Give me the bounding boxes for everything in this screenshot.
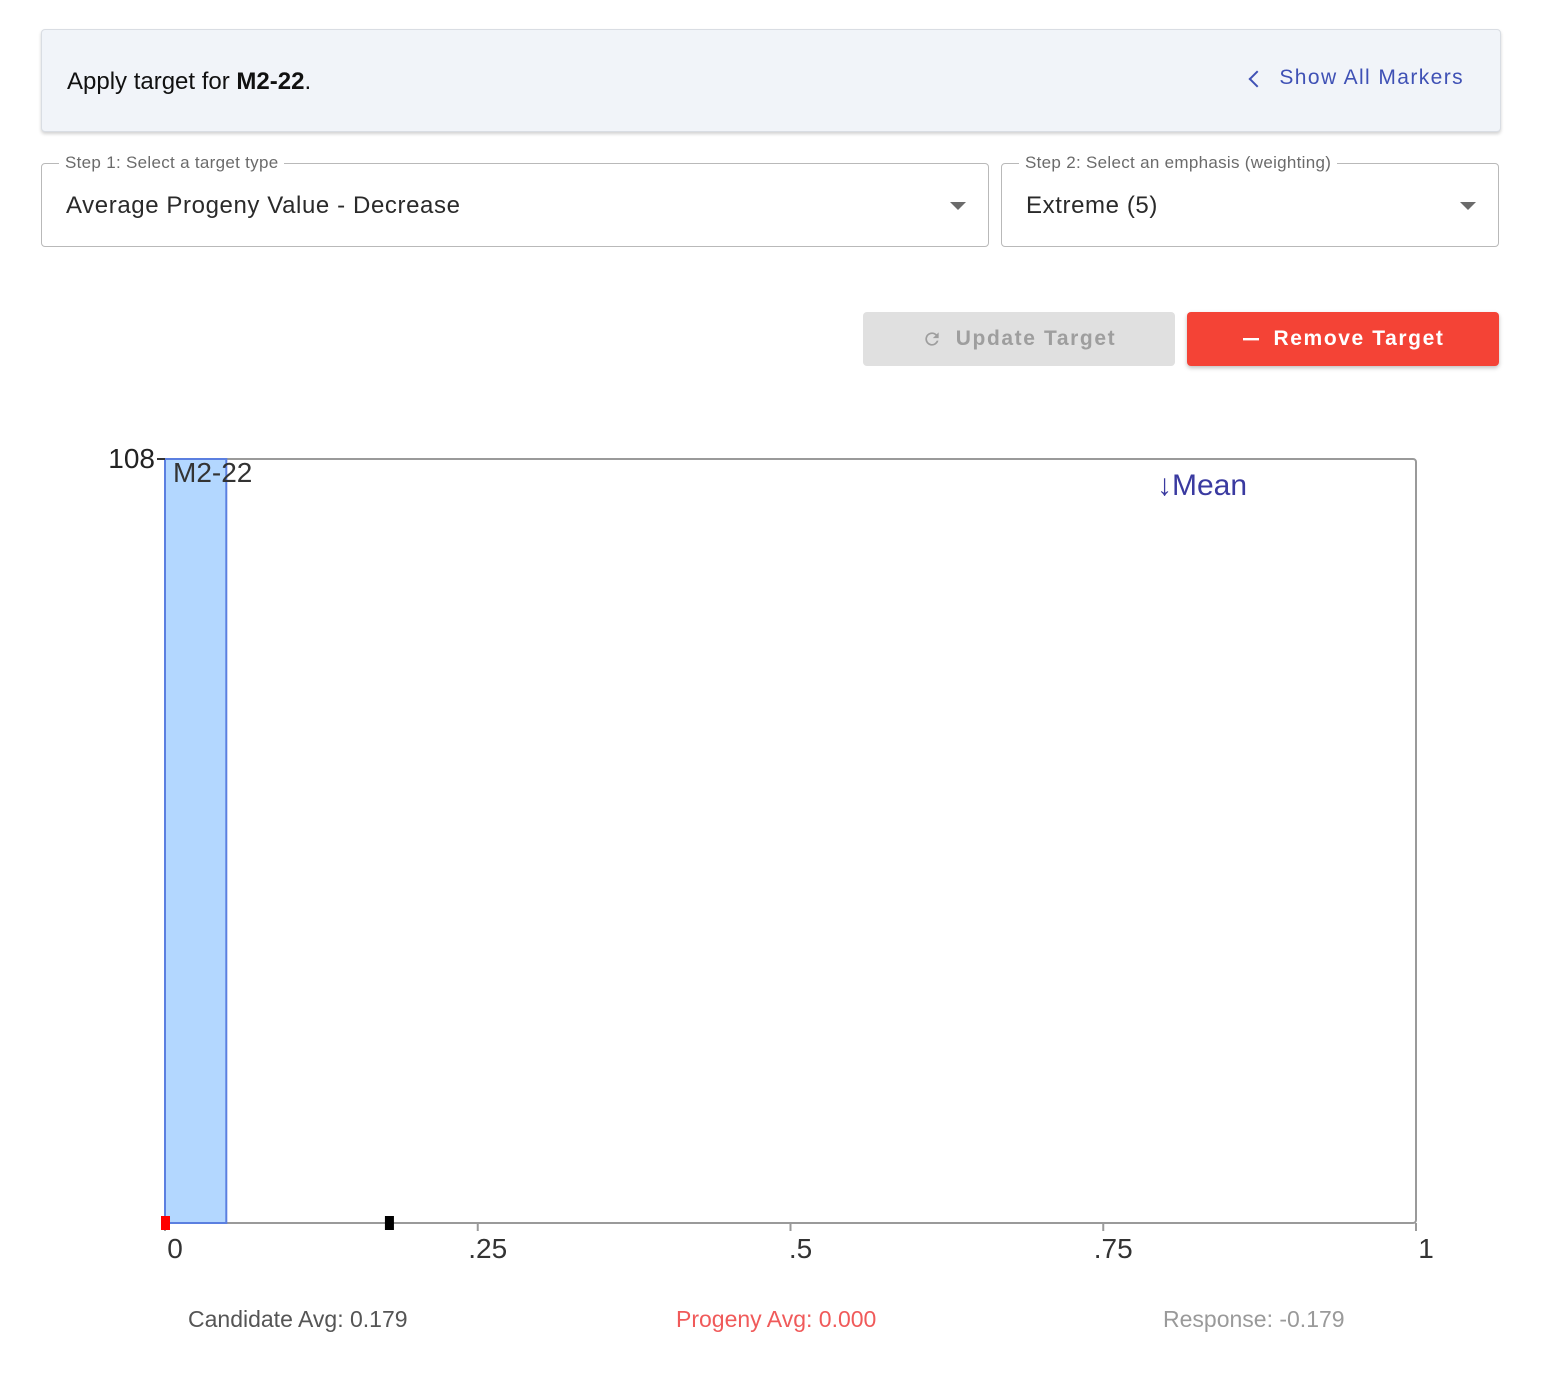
minus-icon <box>1242 330 1260 348</box>
response-text: Response: -0.179 <box>1163 1306 1345 1332</box>
target-panel: Apply target for M2-22. Show All Markers… <box>0 0 1549 1377</box>
update-target-button[interactable]: Update Target <box>863 312 1175 366</box>
banner-marker-name: M2-22 <box>236 68 305 95</box>
x-tick-label: .75 <box>1094 1233 1133 1264</box>
x-tick-label: .5 <box>789 1233 812 1264</box>
emphasis-legend: Step 2: Select an emphasis (weighting) <box>1019 153 1338 173</box>
target-type-value: Average Progeny Value - Decrease <box>66 192 461 219</box>
remove-target-label: Remove Target <box>1273 327 1445 350</box>
candidate-avg-marker <box>384 1216 394 1230</box>
dropdown-arrow-icon <box>1460 202 1476 210</box>
x-tick-label: 0 <box>167 1233 183 1264</box>
candidate-avg-text: Candidate Avg: 0.179 <box>188 1306 408 1332</box>
x-tick-label: 1 <box>1418 1233 1434 1264</box>
plot-frame <box>164 458 1417 1224</box>
banner-suffix: . <box>304 68 312 95</box>
progeny-avg-marker <box>161 1216 170 1230</box>
progeny-avg-text: Progeny Avg: 0.000 <box>676 1306 877 1332</box>
refresh-icon <box>922 329 942 349</box>
bar-label: M2-22 <box>173 457 252 488</box>
emphasis-value: Extreme (5) <box>1026 192 1158 219</box>
chevron-left-icon <box>1248 70 1266 87</box>
banner-title: Apply target for M2-22. <box>67 68 311 96</box>
histogram-bar <box>164 458 228 1224</box>
target-type-legend: Step 1: Select a target type <box>59 153 285 173</box>
x-tick-label: .25 <box>468 1233 507 1264</box>
mean-legend: ↓Mean <box>1157 469 1247 502</box>
show-all-markers-label: Show All Markers <box>1279 66 1464 89</box>
emphasis-select[interactable]: Step 2: Select an emphasis (weighting) E… <box>1001 153 1499 247</box>
show-all-markers-button[interactable]: Show All Markers <box>1248 66 1464 90</box>
dropdown-arrow-icon <box>950 202 966 210</box>
update-target-label: Update Target <box>955 327 1117 350</box>
banner-prefix: Apply target for <box>67 68 237 95</box>
y-tick-label: 108 <box>108 443 155 474</box>
target-type-select[interactable]: Step 1: Select a target type Average Pro… <box>41 153 989 247</box>
target-banner: Apply target for M2-22. Show All Markers <box>41 29 1501 132</box>
remove-target-button[interactable]: Remove Target <box>1187 312 1499 366</box>
distribution-chart: M2-22 108 0 .25 .5 .75 1 ↓Mean <box>108 443 1434 1264</box>
